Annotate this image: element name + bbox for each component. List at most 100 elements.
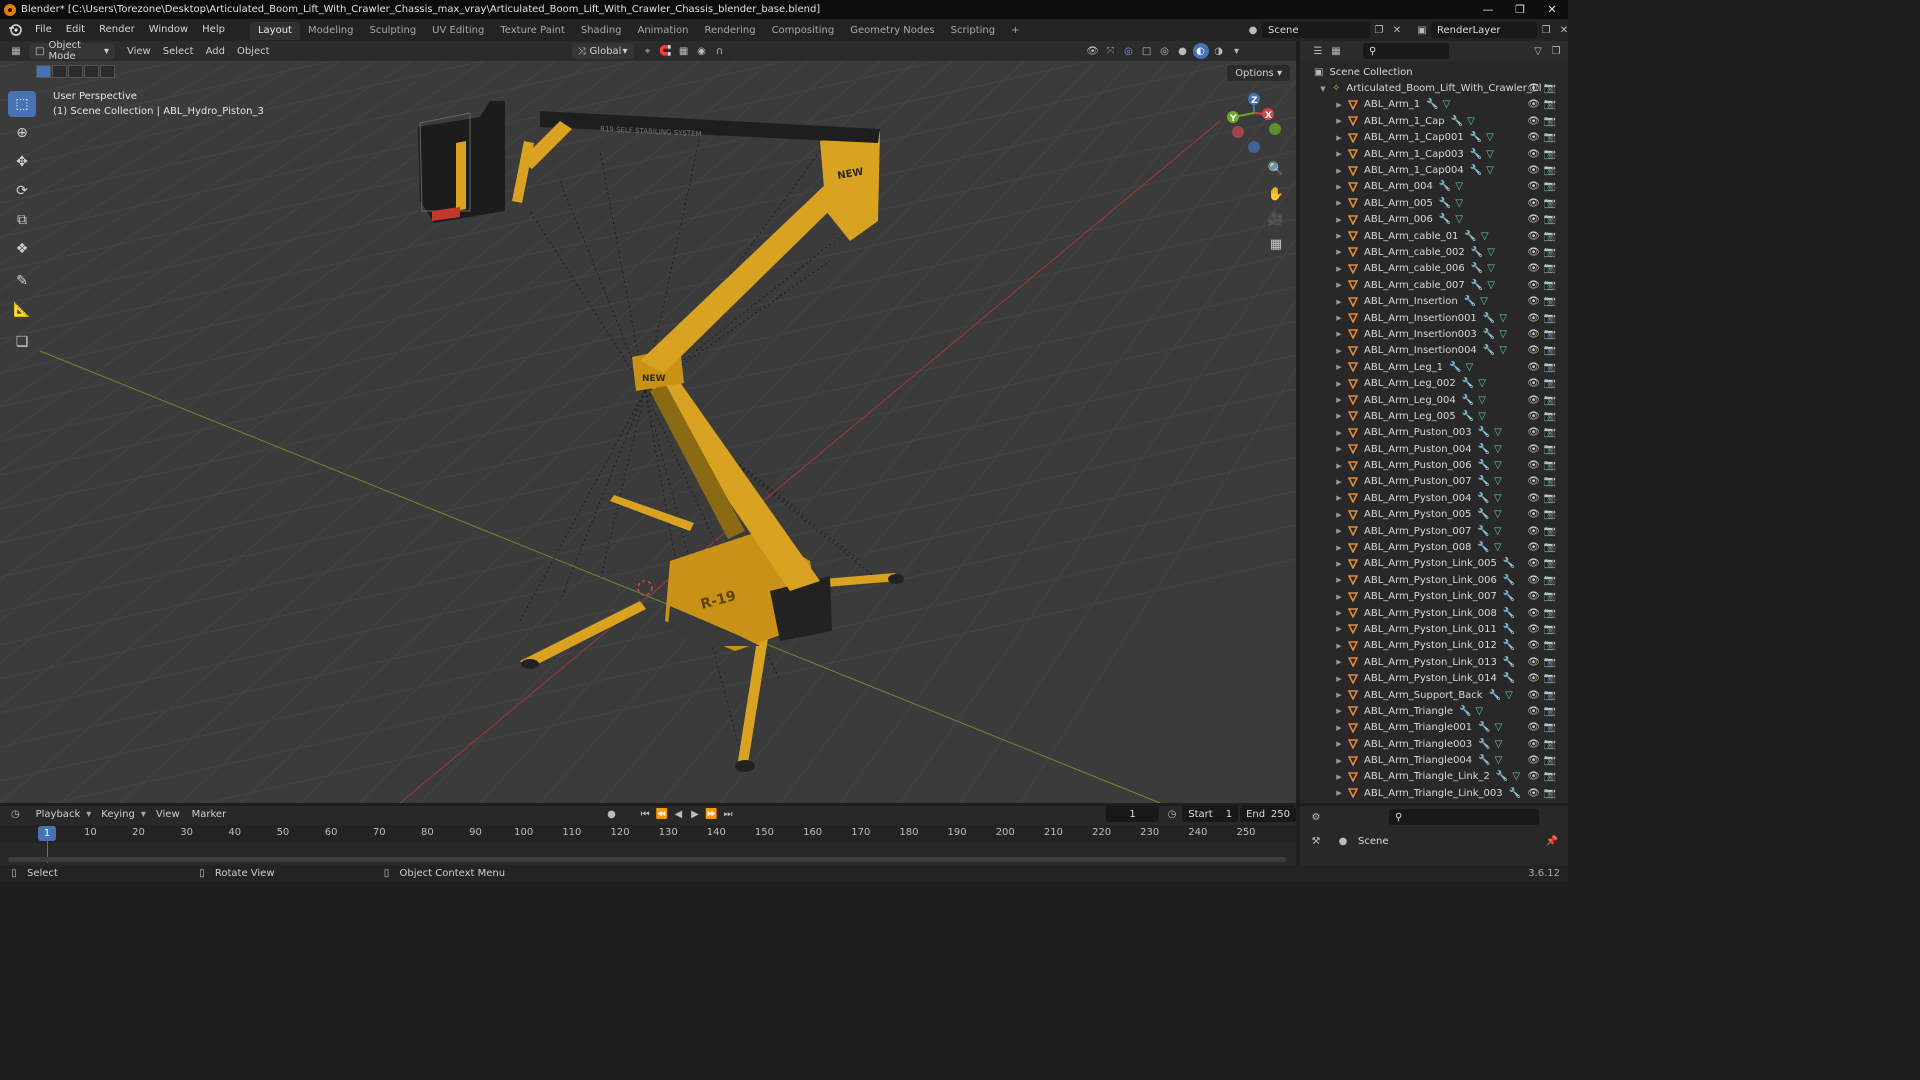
render-camera-icon[interactable]: 📷 [1544,722,1556,733]
visibility-eye-icon[interactable]: 👁 [1527,83,1540,94]
expand-arrow-icon[interactable]: ▶ [1334,314,1344,322]
render-camera-icon[interactable]: 📷 [1544,476,1556,487]
filter-icon[interactable]: ▽ [1530,43,1546,59]
visibility-eye-icon[interactable]: 👁 [1527,788,1540,799]
mesh-data-icon[interactable]: ▽ [1480,296,1488,307]
render-camera-icon[interactable]: 📷 [1544,149,1556,160]
mesh-data-icon[interactable]: ▽ [1487,280,1495,291]
expand-arrow-icon[interactable]: ▶ [1334,281,1344,289]
outliner-object-row[interactable]: ▶ ABL_Arm_Pyston_Link_013 🔧 👁 📷 [1300,654,1568,670]
render-camera-icon[interactable]: 📷 [1544,608,1556,619]
visibility-eye-icon[interactable]: 👁 [1527,198,1540,209]
outliner-object-row[interactable]: ▶ ABL_Arm_Puston_004 🔧 ▽ 👁 📷 [1300,441,1568,457]
prev-keyframe-icon[interactable]: ⏪ [654,806,669,822]
overlays-icon[interactable]: ◎ [1121,43,1137,59]
visibility-eye-icon[interactable]: 👁 [1527,329,1540,340]
camera-icon[interactable]: 🎥 [1264,207,1288,231]
modifier-wrench-icon[interactable]: 🔧 [1478,476,1490,487]
rotate-icon[interactable]: ⟳ [8,178,36,204]
visibility-eye-icon[interactable]: 👁 [1527,280,1540,291]
mesh-data-icon[interactable]: ▽ [1499,313,1507,324]
select-subtract-icon[interactable] [68,65,83,78]
mesh-data-icon[interactable]: ▽ [1487,263,1495,274]
expand-arrow-icon[interactable]: ▶ [1334,412,1344,420]
tab-layout[interactable]: Layout [249,22,300,40]
outliner-object-row[interactable]: ▶ ABL_Arm_Insertion004 🔧 ▽ 👁 📷 [1300,343,1568,359]
current-frame-field[interactable]: 1 [1106,806,1159,822]
expand-arrow-icon[interactable]: ▶ [1334,380,1344,388]
expand-arrow-icon[interactable]: ▶ [1334,724,1344,732]
expand-arrow-icon[interactable]: ▶ [1334,576,1344,584]
modifier-wrench-icon[interactable]: 🔧 [1470,132,1482,143]
outliner-object-row[interactable]: ▶ ABL_Arm_Pyston_005 🔧 ▽ 👁 📷 [1300,507,1568,523]
modifier-wrench-icon[interactable]: 🔧 [1471,263,1483,274]
outliner-object-row[interactable]: ▶ ABL_Arm_Pyston_004 🔧 ▽ 👁 📷 [1300,490,1568,506]
ortho-grid-icon[interactable]: ▦ [1264,232,1288,256]
render-camera-icon[interactable]: 📷 [1544,296,1556,307]
render-camera-icon[interactable]: 📷 [1544,247,1556,258]
properties-search-input[interactable]: ⚲ [1389,809,1539,825]
solid-shading-icon[interactable]: ● [1175,43,1191,59]
mesh-data-icon[interactable]: ▽ [1486,132,1494,143]
render-camera-icon[interactable]: 📷 [1544,558,1556,569]
modifier-wrench-icon[interactable]: 🔧 [1439,198,1451,209]
render-camera-icon[interactable]: 📷 [1544,657,1556,668]
timeline-menu-marker[interactable]: Marker [186,809,233,820]
visibility-eye-icon[interactable]: 👁 [1527,673,1540,684]
modifier-wrench-icon[interactable]: 🔧 [1483,345,1495,356]
timeline-scrollbar[interactable] [8,857,1286,862]
outliner-object-row[interactable]: ▶ ABL_Arm_Insertion001 🔧 ▽ 👁 📷 [1300,310,1568,326]
gizmo-neg-z[interactable] [1248,141,1260,153]
outliner-object-row[interactable]: ▶ ABL_Arm_1_Cap003 🔧 ▽ 👁 📷 [1300,146,1568,162]
tab-shading[interactable]: Shading [573,22,630,40]
outliner-object-row[interactable]: ▶ ABL_Arm_Insertion 🔧 ▽ 👁 📷 [1300,293,1568,309]
transform-icon[interactable]: ❖ [8,236,36,262]
render-camera-icon[interactable]: 📷 [1544,526,1556,537]
start-frame-field[interactable]: Start 1 [1182,806,1239,822]
mesh-data-icon[interactable]: ▽ [1512,771,1520,782]
visibility-eye-icon[interactable]: 👁 [1527,181,1540,192]
render-camera-icon[interactable]: 📷 [1544,739,1556,750]
tab-rendering[interactable]: Rendering [696,22,763,40]
visibility-eye-icon[interactable]: 👁 [1527,493,1540,504]
snap-target-icon[interactable]: ▦ [676,43,692,59]
mesh-data-icon[interactable]: ▽ [1455,181,1463,192]
add-workspace-button[interactable]: + [1003,22,1027,40]
modifier-wrench-icon[interactable]: 🔧 [1439,214,1451,225]
modifier-wrench-icon[interactable]: 🔧 [1503,624,1515,635]
mesh-data-icon[interactable]: ▽ [1455,198,1463,209]
render-camera-icon[interactable]: 📷 [1544,231,1556,242]
mesh-data-icon[interactable]: ▽ [1481,231,1489,242]
new-collection-icon[interactable]: ❐ [1548,43,1564,59]
expand-arrow-icon[interactable]: ▶ [1334,330,1344,338]
gizmo-neg-x[interactable] [1232,126,1244,138]
outliner-object-row[interactable]: ▶ ABL_Arm_Leg_002 🔧 ▽ 👁 📷 [1300,375,1568,391]
expand-arrow-icon[interactable]: ▶ [1334,642,1344,650]
expand-arrow-icon[interactable]: ▶ [1334,396,1344,404]
visibility-eye-icon[interactable]: 👁 [1527,739,1540,750]
tab-geometry-nodes[interactable]: Geometry Nodes [842,22,942,40]
modifier-wrench-icon[interactable]: 🔧 [1471,247,1483,258]
visibility-eye-icon[interactable]: 👁 [1527,722,1540,733]
select-invert-icon[interactable] [84,65,99,78]
scene-selector[interactable]: Scene [1262,22,1370,38]
modifier-wrench-icon[interactable]: 🔧 [1449,362,1461,373]
render-camera-icon[interactable]: 📷 [1544,444,1556,455]
mesh-data-icon[interactable]: ▽ [1443,99,1451,110]
modifier-wrench-icon[interactable]: 🔧 [1503,558,1515,569]
play-reverse-icon[interactable]: ◀ [671,806,686,822]
visibility-eye-icon[interactable]: 👁 [1527,345,1540,356]
mesh-data-icon[interactable]: ▽ [1494,509,1502,520]
visibility-eye-icon[interactable]: 👁 [1527,427,1540,438]
expand-arrow-icon[interactable]: ▶ [1334,691,1344,699]
render-camera-icon[interactable]: 📷 [1544,280,1556,291]
visibility-eye-icon[interactable]: 👁 [1527,99,1540,110]
visibility-eye-icon[interactable]: 👁 [1527,608,1540,619]
render-camera-icon[interactable]: 📷 [1544,755,1556,766]
modifier-wrench-icon[interactable]: 🔧 [1503,673,1515,684]
outliner-object-row[interactable]: ▶ ABL_Arm_cable_007 🔧 ▽ 👁 📷 [1300,277,1568,293]
render-camera-icon[interactable]: 📷 [1544,313,1556,324]
visibility-icon[interactable]: 👁 [1085,43,1101,59]
visibility-eye-icon[interactable]: 👁 [1527,640,1540,651]
play-icon[interactable]: ▶ [688,806,703,822]
